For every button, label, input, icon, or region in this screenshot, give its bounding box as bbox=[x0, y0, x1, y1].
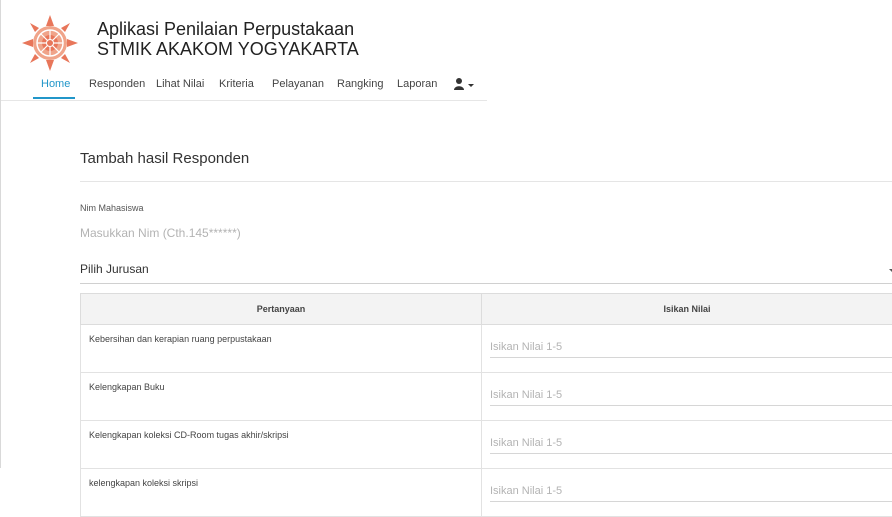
question-text: kelengkapan koleksi skripsi bbox=[81, 469, 482, 517]
nav-pelayanan[interactable]: Pelayanan bbox=[272, 78, 324, 90]
question-text: Kelengkapan Buku bbox=[81, 373, 482, 421]
caret-down-icon bbox=[468, 84, 474, 87]
active-tab-indicator bbox=[33, 97, 75, 99]
table-row: kelengkapan koleksi skripsi bbox=[81, 469, 892, 517]
table-row: Kelengkapan Buku bbox=[81, 373, 892, 421]
form-title: Tambah hasil Responden bbox=[80, 150, 249, 167]
nav-lihat-nilai[interactable]: Lihat Nilai bbox=[156, 78, 204, 90]
app-subtitle: STMIK AKAKOM YOGYAKARTA bbox=[97, 39, 359, 60]
top-strip bbox=[1, 0, 892, 11]
question-table: Pertanyaan Isikan Nilai Kebersihan dan k… bbox=[80, 293, 892, 517]
value-input[interactable] bbox=[490, 481, 892, 502]
logo bbox=[21, 14, 79, 72]
table-row: Kebersihan dan kerapian ruang perpustaka… bbox=[81, 325, 892, 373]
column-header-pertanyaan: Pertanyaan bbox=[81, 294, 482, 325]
nim-label: Nim Mahasiswa bbox=[80, 203, 144, 213]
value-cell bbox=[482, 325, 892, 373]
nim-input[interactable] bbox=[80, 223, 880, 243]
question-text: Kelengkapan koleksi CD-Room tugas akhir/… bbox=[81, 421, 482, 469]
value-cell bbox=[482, 373, 892, 421]
value-input[interactable] bbox=[490, 433, 892, 454]
nav-laporan[interactable]: Laporan bbox=[397, 78, 437, 90]
value-cell bbox=[482, 469, 892, 517]
jurusan-selected-label: Pilih Jurusan bbox=[80, 262, 149, 276]
title-divider bbox=[80, 181, 892, 182]
value-cell bbox=[482, 421, 892, 469]
nav-kriteria[interactable]: Kriteria bbox=[219, 78, 254, 90]
main-nav: Home Responden Lihat Nilai Kriteria Pela… bbox=[1, 70, 892, 100]
question-text: Kebersihan dan kerapian ruang perpustaka… bbox=[81, 325, 482, 373]
table-header-row: Pertanyaan Isikan Nilai bbox=[81, 294, 892, 325]
value-input[interactable] bbox=[490, 385, 892, 406]
nav-divider bbox=[1, 100, 487, 101]
nav-responden[interactable]: Responden bbox=[89, 78, 145, 90]
user-menu[interactable] bbox=[454, 77, 476, 91]
value-input[interactable] bbox=[490, 337, 892, 358]
jurusan-select[interactable]: Pilih Jurusan bbox=[80, 259, 892, 284]
app-title: Aplikasi Penilaian Perpustakaan bbox=[97, 19, 354, 40]
table-row: Kelengkapan koleksi CD-Room tugas akhir/… bbox=[81, 421, 892, 469]
nav-rangking[interactable]: Rangking bbox=[337, 78, 383, 90]
nav-home[interactable]: Home bbox=[41, 78, 70, 90]
column-header-isikan-nilai: Isikan Nilai bbox=[482, 294, 892, 325]
user-icon bbox=[454, 78, 464, 90]
